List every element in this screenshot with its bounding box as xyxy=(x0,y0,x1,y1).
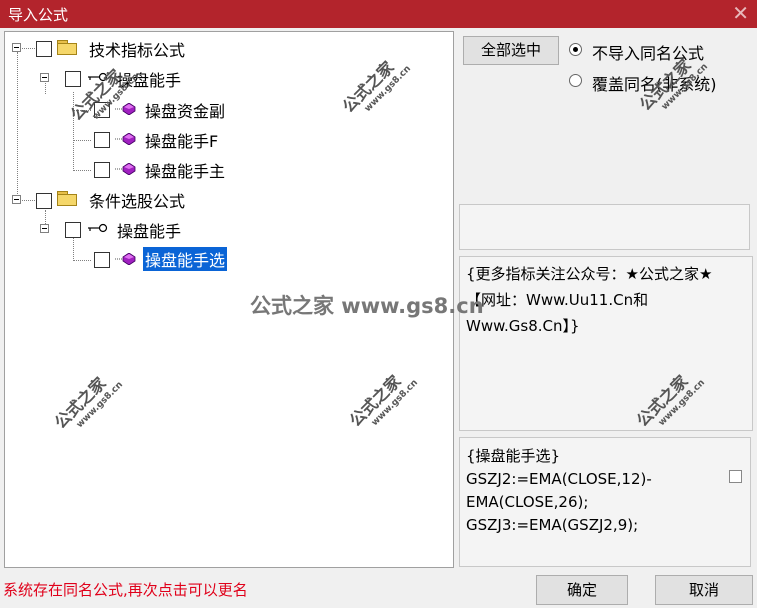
title-bar: 导入公式 ✕ xyxy=(0,0,757,28)
collapse-icon[interactable] xyxy=(12,195,21,204)
tree-checkbox[interactable] xyxy=(65,222,81,238)
key-icon xyxy=(88,72,108,82)
folder-icon xyxy=(57,40,77,55)
tree-checkbox[interactable] xyxy=(65,71,81,87)
collapse-icon[interactable] xyxy=(12,43,21,52)
select-all-button[interactable]: 全部选中 xyxy=(463,36,559,65)
tree-line xyxy=(73,110,91,111)
info-box: {更多指标关注公众号：★公式之家★【网址：Www.Uu11.Cn和Www.Gs8… xyxy=(459,256,753,431)
formula-gem-icon xyxy=(115,163,136,175)
formula-gem-icon xyxy=(115,103,136,115)
tree-item-label[interactable]: 操盘资金副 xyxy=(145,98,225,122)
tree-line xyxy=(73,238,74,261)
tree-checkbox[interactable] xyxy=(36,41,52,57)
key-icon xyxy=(88,223,108,233)
folder-icon xyxy=(57,191,77,206)
info-text: {更多指标关注公众号：★公式之家★【网址：Www.Uu11.Cn和Www.Gs8… xyxy=(466,265,713,335)
formula-gem-icon xyxy=(115,133,136,145)
tree-item-label[interactable]: 操盘能手 xyxy=(117,218,181,242)
tree-item-label-selected[interactable]: 操盘能手选 xyxy=(143,247,228,271)
tree-item-label[interactable]: 操盘能手主 xyxy=(145,158,225,182)
tree-line xyxy=(73,170,91,171)
tree-item-label[interactable]: 技术指标公式 xyxy=(89,37,185,61)
tree-line xyxy=(73,140,91,141)
code-checkbox[interactable] xyxy=(729,470,742,483)
tree-checkbox[interactable] xyxy=(94,162,110,178)
collapse-icon[interactable] xyxy=(40,224,49,233)
empty-field xyxy=(459,204,750,250)
ok-button[interactable]: 确定 xyxy=(536,575,628,605)
tree-checkbox[interactable] xyxy=(94,132,110,148)
overwrite-label[interactable]: 覆盖同名(非系统) xyxy=(592,71,717,95)
code-text: {操盘能手选} GSZJ2:=EMA(CLOSE,12)-EMA(CLOSE,2… xyxy=(466,447,652,534)
tree-line xyxy=(73,92,74,169)
no-import-label[interactable]: 不导入同名公式 xyxy=(592,40,704,64)
close-icon[interactable]: ✕ xyxy=(732,1,749,25)
tree-line xyxy=(45,210,46,224)
tree-item-label[interactable]: 操盘能手F xyxy=(145,128,218,152)
collapse-icon[interactable] xyxy=(40,73,49,82)
tree-line xyxy=(45,80,46,94)
tree-line xyxy=(73,260,91,261)
tree-checkbox[interactable] xyxy=(36,193,52,209)
tree-checkbox[interactable] xyxy=(94,102,110,118)
tree-item-label[interactable]: 条件选股公式 xyxy=(89,188,185,212)
overwrite-radio[interactable] xyxy=(569,74,582,87)
code-box: {操盘能手选} GSZJ2:=EMA(CLOSE,12)-EMA(CLOSE,2… xyxy=(459,437,751,567)
formula-tree[interactable]: 技术指标公式 操盘能手 操盘资金副 操盘能手F 操盘能手主 条件选股公式 操盘能… xyxy=(4,31,454,568)
status-message: 系统存在同名公式,再次点击可以更名 xyxy=(3,581,248,599)
no-import-radio[interactable] xyxy=(569,43,582,56)
tree-line xyxy=(17,52,18,202)
tree-item-label[interactable]: 操盘能手 xyxy=(117,67,181,91)
window-title: 导入公式 xyxy=(8,6,69,24)
tree-checkbox[interactable] xyxy=(94,252,110,268)
formula-gem-icon xyxy=(115,253,136,265)
cancel-button[interactable]: 取消 xyxy=(655,575,753,605)
